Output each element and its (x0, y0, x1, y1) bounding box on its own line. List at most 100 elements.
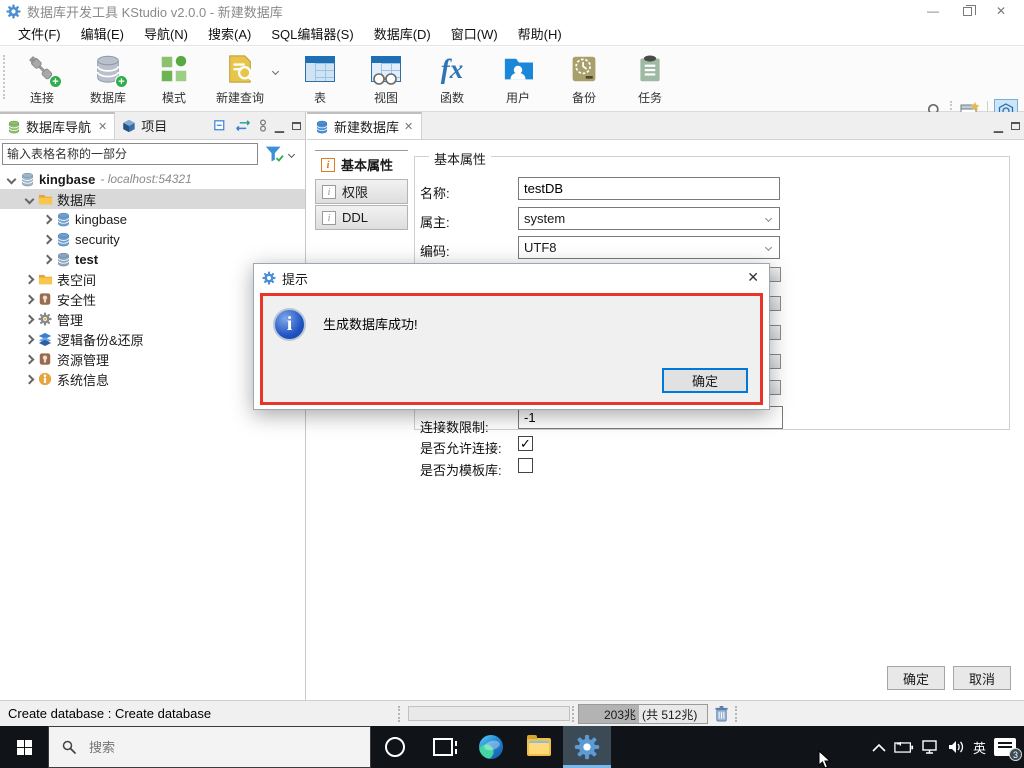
menu-edit[interactable]: 编辑(E) (71, 21, 134, 46)
sync-selection-icon[interactable] (259, 119, 267, 133)
collapsed-chevron-icon[interactable] (24, 374, 34, 384)
battery-icon[interactable] (894, 741, 914, 754)
filter-funnel-icon[interactable] (264, 145, 284, 163)
expanded-chevron-icon[interactable] (24, 194, 34, 204)
collapsed-chevron-icon[interactable] (24, 334, 34, 344)
toolbar-user-button[interactable]: 用户 (485, 52, 551, 106)
heap-total: (共 512兆) (642, 707, 698, 722)
menu-window[interactable]: 窗口(W) (441, 21, 508, 46)
toolbar-table-button[interactable]: 表 (287, 52, 353, 106)
windows-logo-icon (16, 739, 32, 755)
toolbar-view-button[interactable]: 视图 (353, 52, 419, 106)
allow-connection-checkbox[interactable]: ✓ (518, 436, 533, 451)
cancel-button[interactable]: 取消 (953, 666, 1011, 690)
window-title: 数据库开发工具 KStudio v2.0.0 - 新建数据库 (27, 4, 283, 20)
collapsed-chevron-icon[interactable] (24, 314, 34, 324)
group-legend: 基本属性 (429, 149, 492, 168)
template-db-label: 是否为模板库: (420, 463, 502, 478)
tab-project[interactable]: 项目 (115, 112, 174, 139)
window-restore-button[interactable] (950, 0, 984, 22)
heap-used: 203兆 (579, 705, 639, 723)
tab-permissions[interactable]: i 权限 (315, 179, 408, 204)
window-close-button[interactable]: ✕ (984, 0, 1018, 22)
collapsed-chevron-icon[interactable] (24, 294, 34, 304)
toolbar-task-button[interactable]: 任务 (617, 52, 683, 106)
collapsed-chevron-icon[interactable] (42, 234, 52, 244)
menu-sql-editor[interactable]: SQL编辑器(S) (261, 21, 363, 46)
heap-status[interactable]: 203兆 (共 512兆) (578, 704, 708, 724)
tab-ddl[interactable]: i DDL (315, 205, 408, 230)
tab-database-navigator[interactable]: 数据库导航 ✕ (0, 112, 116, 139)
tab-new-database[interactable]: 新建数据库 ✕ (307, 112, 423, 139)
toolbar-schema-button[interactable]: 模式 (141, 52, 207, 106)
tree-filter-input[interactable] (2, 143, 258, 165)
close-tab-icon[interactable]: ✕ (98, 120, 107, 133)
taskbar-search-input[interactable] (87, 738, 337, 756)
tab-basic-properties[interactable]: i 基本属性 (315, 151, 408, 178)
ok-button[interactable]: 确定 (887, 666, 945, 690)
tray-expand-chevron-icon[interactable] (872, 743, 886, 752)
cortana-button[interactable] (371, 726, 419, 768)
owner-select[interactable]: system (518, 207, 780, 230)
close-tab-icon[interactable]: ✕ (404, 120, 413, 133)
dialog-ok-button[interactable]: 确定 (662, 368, 748, 393)
volume-icon[interactable] (948, 740, 965, 754)
tree-item-databases[interactable]: 数据库 (0, 189, 305, 209)
database-icon (55, 232, 71, 247)
notification-badge: 3 (1009, 748, 1022, 761)
taskbar-search-box[interactable] (48, 726, 371, 768)
notification-center-icon[interactable]: 3 (994, 738, 1022, 761)
expanded-chevron-icon[interactable] (6, 174, 16, 184)
collapsed-chevron-icon[interactable] (42, 214, 52, 224)
edge-browser-button[interactable] (467, 726, 515, 768)
left-panel-tab-bar: 数据库导航 ✕ 项目 ▁ (0, 112, 305, 140)
toolbar-drag-handle[interactable] (3, 55, 7, 99)
toolbar-new-query-button[interactable]: 新建查询 (207, 52, 273, 106)
function-fx-icon: fx (440, 53, 464, 84)
user-folder-icon (501, 52, 535, 86)
collapsed-chevron-icon[interactable] (24, 354, 34, 364)
start-button[interactable] (0, 726, 48, 768)
toolbar-connect-button[interactable]: + 连接 (9, 52, 75, 106)
minimize-view-icon[interactable]: ▁ (275, 120, 284, 132)
toolbar-database-button[interactable]: + 数据库 (75, 52, 141, 106)
tree-item-db-security[interactable]: security (0, 229, 305, 249)
windows-taskbar (0, 726, 1024, 768)
toolbar-function-button[interactable]: fx 函数 (419, 52, 485, 106)
owner-label: 属主: (420, 215, 450, 230)
file-explorer-button[interactable] (515, 726, 563, 768)
network-icon[interactable] (922, 740, 940, 754)
tree-item-connection[interactable]: kingbase - localhost:54321 (0, 169, 305, 189)
task-view-button[interactable] (419, 726, 467, 768)
status-bar: Create database : Create database 203兆 (… (0, 700, 1024, 726)
dialog-gear-icon (262, 271, 276, 285)
menu-help[interactable]: 帮助(H) (508, 21, 572, 46)
garbage-collect-trash-icon[interactable] (714, 705, 729, 722)
language-indicator[interactable]: 英 (973, 738, 986, 757)
collapse-all-icon[interactable] (213, 119, 227, 133)
restore-icon (962, 4, 976, 16)
menu-file[interactable]: 文件(F) (8, 21, 71, 46)
kstudio-taskbar-button[interactable] (563, 726, 611, 768)
template-db-checkbox[interactable] (518, 458, 533, 473)
window-minimize-button[interactable]: — (916, 0, 950, 22)
filter-dropdown-icon[interactable] (287, 150, 296, 158)
connect-plug-icon: + (25, 52, 62, 88)
encoding-select[interactable]: UTF8 (518, 236, 780, 259)
name-input[interactable] (518, 177, 780, 200)
tree-item-db-kingbase[interactable]: kingbase (0, 209, 305, 229)
menu-search[interactable]: 搜索(A) (198, 21, 261, 46)
collapsed-chevron-icon[interactable] (42, 254, 52, 264)
menu-navigate[interactable]: 导航(N) (134, 21, 198, 46)
maximize-view-icon[interactable] (292, 122, 301, 130)
new-query-dropdown-arrow[interactable] (271, 66, 287, 76)
link-editor-arrows-icon[interactable] (235, 120, 251, 132)
info-tab-icon: i (322, 210, 336, 225)
dialog-close-button[interactable]: ✕ (747, 269, 759, 286)
menu-database[interactable]: 数据库(D) (364, 21, 441, 46)
maximize-view-icon[interactable] (1011, 122, 1020, 130)
collapsed-chevron-icon[interactable] (24, 274, 34, 284)
toolbar-backup-button[interactable]: 备份 (551, 52, 617, 106)
info-tab-icon: i (321, 157, 335, 172)
minimize-view-icon[interactable]: ▁ (994, 120, 1003, 132)
